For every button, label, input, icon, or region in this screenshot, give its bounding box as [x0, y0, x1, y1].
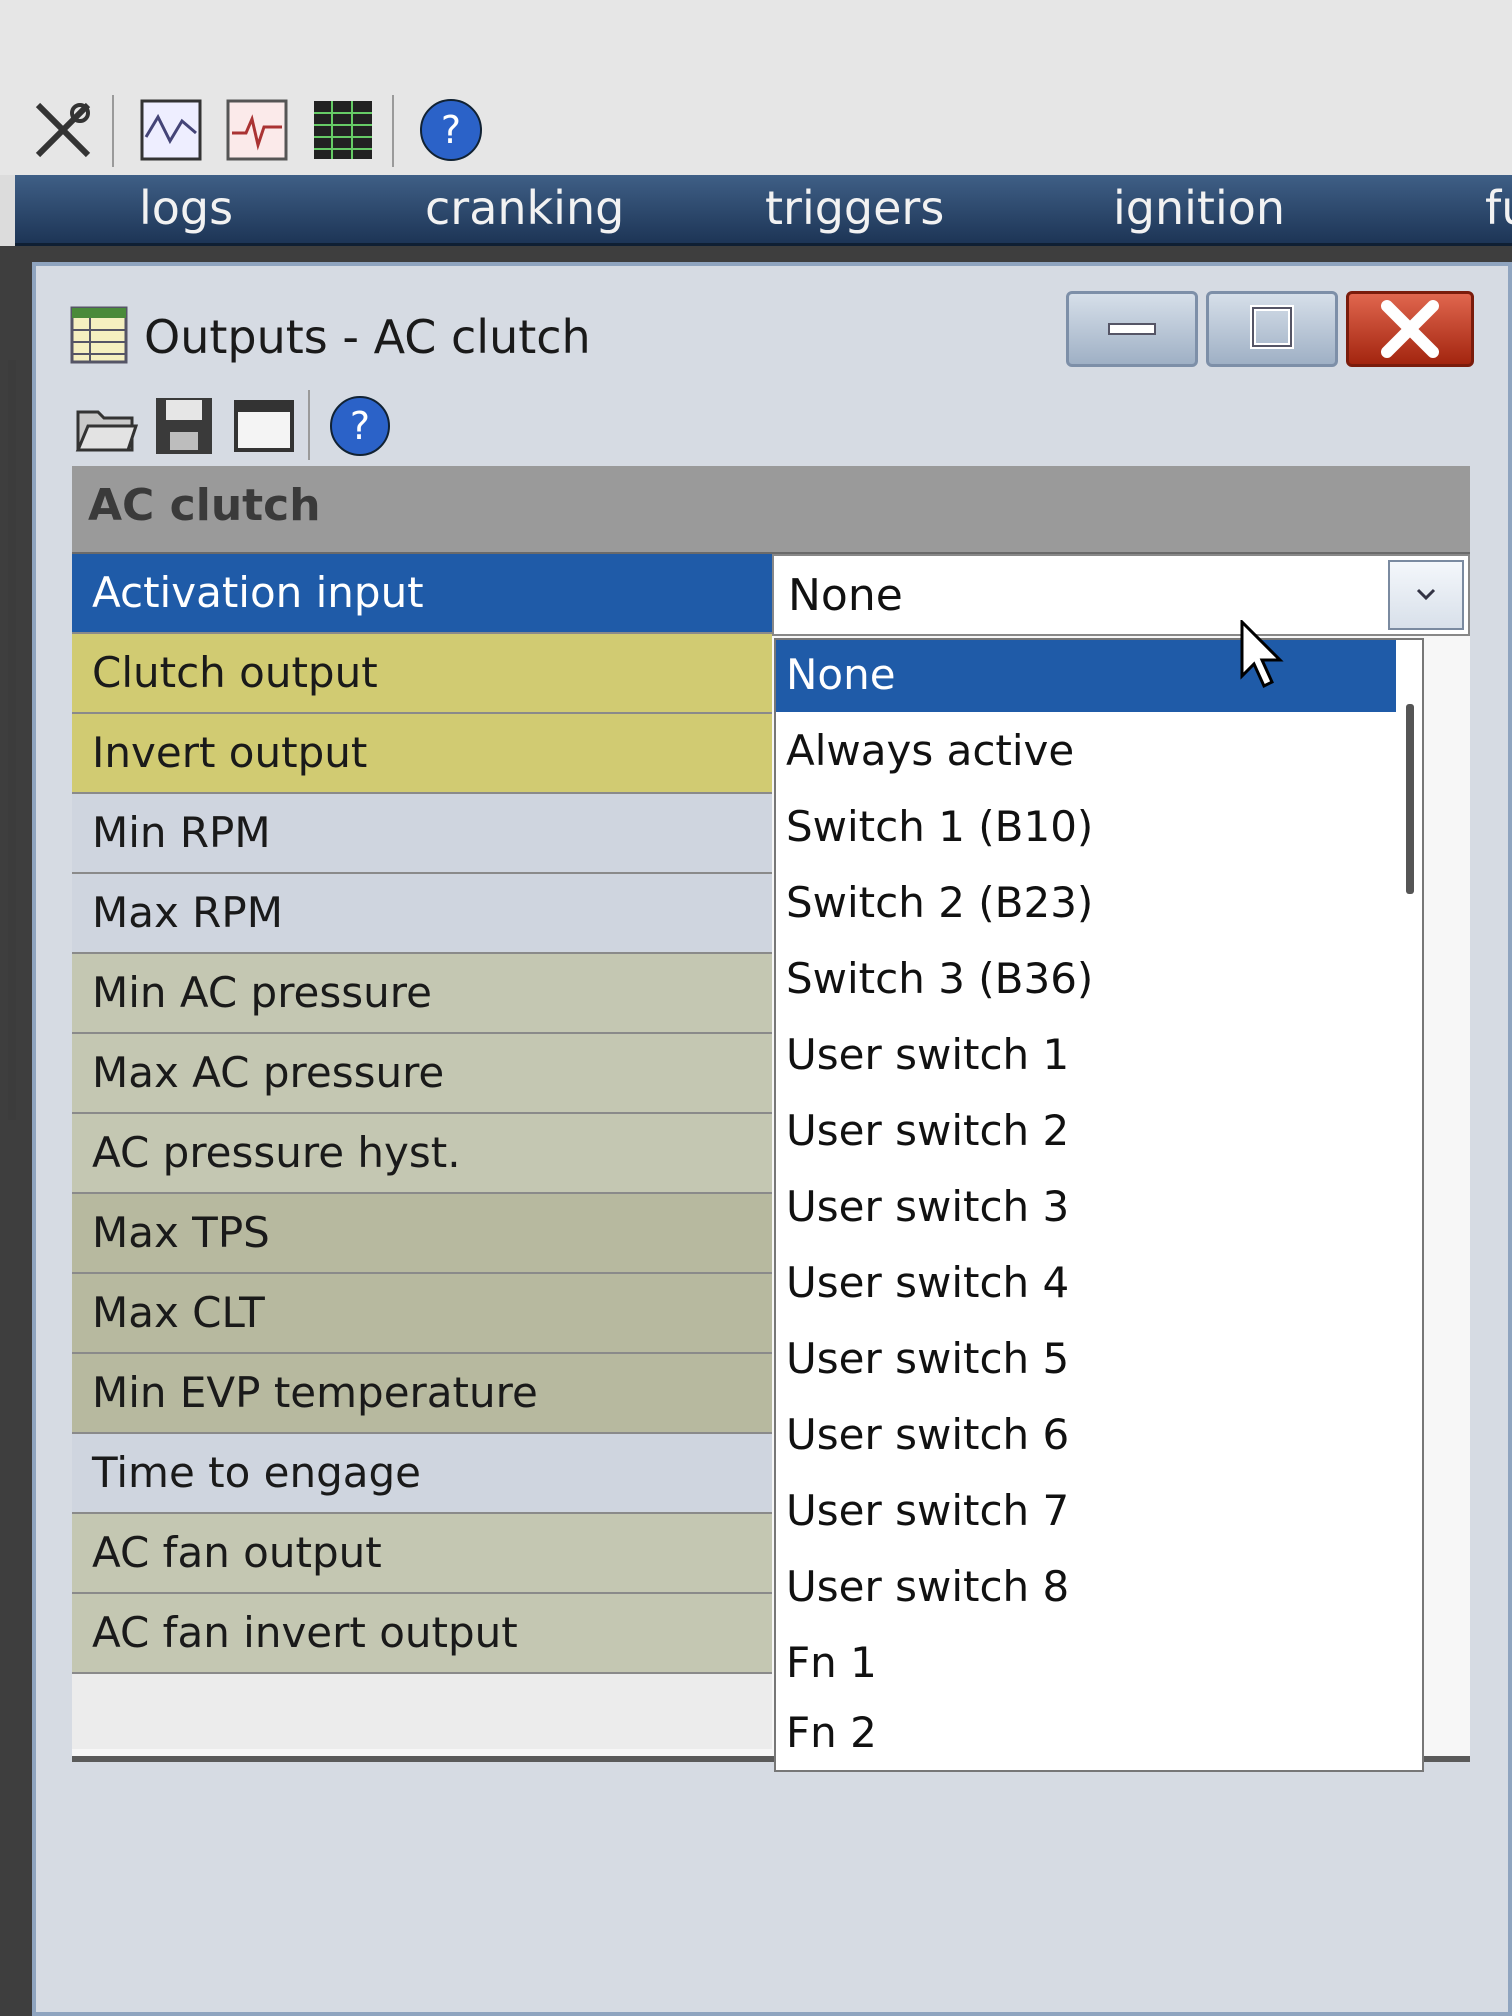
row-time-to-engage[interactable]: Time to engage: [72, 1434, 772, 1514]
close-button[interactable]: [1346, 291, 1474, 367]
option-switch-1[interactable]: Switch 1 (B10): [776, 792, 1396, 864]
minimize-icon: [1108, 323, 1156, 335]
row-label: Max TPS: [92, 1208, 270, 1257]
row-min-ac-pressure[interactable]: Min AC pressure: [72, 954, 772, 1034]
row-label: Activation input: [92, 568, 424, 617]
menu-cranking[interactable]: cranking: [425, 181, 624, 235]
row-clutch-output[interactable]: Clutch output: [72, 634, 772, 714]
folder-open-icon[interactable]: [74, 394, 138, 458]
option-label: User switch 1: [786, 1030, 1070, 1079]
option-switch-2[interactable]: Switch 2 (B23): [776, 868, 1396, 940]
option-label: User switch 4: [786, 1258, 1070, 1307]
option-fn-1[interactable]: Fn 1: [776, 1628, 1396, 1700]
row-min-evp-temperature[interactable]: Min EVP temperature: [72, 1354, 772, 1434]
activation-input-options: None Always active Switch 1 (B10) Switch…: [774, 638, 1424, 1772]
section-title: AC clutch: [88, 480, 321, 531]
option-label: None: [786, 650, 896, 699]
left-edge-divider: [8, 360, 16, 1120]
row-ac-pressure-hyst[interactable]: AC pressure hyst.: [72, 1114, 772, 1194]
window-icon[interactable]: [232, 394, 296, 458]
table-icon[interactable]: [310, 97, 376, 163]
option-user-switch-5[interactable]: User switch 5: [776, 1324, 1396, 1396]
option-label: Always active: [786, 726, 1075, 775]
row-label: Clutch output: [92, 648, 378, 697]
app-toolbar: ?: [0, 0, 1512, 175]
option-user-switch-8[interactable]: User switch 8: [776, 1552, 1396, 1624]
main-menubar: logs cranking triggers ignition fu: [15, 175, 1512, 246]
row-label: AC fan invert output: [92, 1608, 518, 1657]
option-label: User switch 5: [786, 1334, 1070, 1383]
row-label: Invert output: [92, 728, 368, 777]
maximize-icon: [1250, 305, 1294, 349]
row-label: Max AC pressure: [92, 1048, 445, 1097]
row-ac-fan-output[interactable]: AC fan output: [72, 1514, 772, 1594]
option-label: User switch 6: [786, 1410, 1070, 1459]
option-always-active[interactable]: Always active: [776, 716, 1396, 788]
row-max-tps[interactable]: Max TPS: [72, 1194, 772, 1274]
dialog-title: Outputs - AC clutch: [144, 310, 591, 364]
option-label: Switch 1 (B10): [786, 802, 1094, 851]
option-fn-2[interactable]: Fn 2: [776, 1698, 1396, 1770]
row-label: Min EVP temperature: [92, 1368, 538, 1417]
option-label: Fn 1: [786, 1638, 877, 1687]
help-icon[interactable]: ?: [418, 97, 484, 163]
row-label: Max RPM: [92, 888, 283, 937]
row-max-rpm[interactable]: Max RPM: [72, 874, 772, 954]
option-none[interactable]: None: [776, 640, 1396, 712]
option-label: Switch 3 (B36): [786, 954, 1094, 1003]
activation-input-select[interactable]: None: [772, 554, 1470, 636]
row-activation-input[interactable]: Activation input: [72, 554, 772, 634]
svg-text:?: ?: [350, 404, 370, 448]
row-max-ac-pressure[interactable]: Max AC pressure: [72, 1034, 772, 1114]
option-label: User switch 3: [786, 1182, 1070, 1231]
option-user-switch-4[interactable]: User switch 4: [776, 1248, 1396, 1320]
option-label: User switch 2: [786, 1106, 1070, 1155]
option-user-switch-2[interactable]: User switch 2: [776, 1096, 1396, 1168]
svg-text:?: ?: [441, 108, 461, 152]
option-label: Switch 2 (B23): [786, 878, 1094, 927]
row-label: Min AC pressure: [92, 968, 432, 1017]
row-max-clt[interactable]: Max CLT: [72, 1274, 772, 1354]
graph-icon[interactable]: [138, 97, 204, 163]
row-label: Time to engage: [92, 1448, 422, 1497]
dropdown-scrollbar[interactable]: [1406, 704, 1414, 894]
waveform-icon[interactable]: [224, 97, 290, 163]
option-user-switch-3[interactable]: User switch 3: [776, 1172, 1396, 1244]
save-icon[interactable]: [152, 394, 216, 458]
option-user-switch-7[interactable]: User switch 7: [776, 1476, 1396, 1548]
option-label: Fn 2: [786, 1708, 877, 1757]
settings-rows: Activation input Clutch output Invert ou…: [72, 554, 772, 1749]
option-label: User switch 8: [786, 1562, 1070, 1611]
row-min-rpm[interactable]: Min RPM: [72, 794, 772, 874]
row-invert-output[interactable]: Invert output: [72, 714, 772, 794]
dialog-help-icon[interactable]: ?: [328, 394, 392, 458]
menu-logs[interactable]: logs: [139, 181, 233, 235]
row-label: AC fan output: [92, 1528, 382, 1577]
combo-value: None: [788, 570, 903, 621]
row-label: Max CLT: [92, 1288, 265, 1337]
option-label: User switch 7: [786, 1486, 1070, 1535]
option-user-switch-6[interactable]: User switch 6: [776, 1400, 1396, 1472]
section-header: AC clutch: [72, 466, 1470, 554]
menu-fuel-truncated[interactable]: fu: [1485, 181, 1512, 235]
close-icon: [1381, 300, 1439, 358]
row-ac-fan-invert-output[interactable]: AC fan invert output: [72, 1594, 772, 1674]
chevron-down-icon: [1416, 588, 1436, 601]
menu-triggers[interactable]: triggers: [765, 181, 944, 235]
option-user-switch-1[interactable]: User switch 1: [776, 1020, 1396, 1092]
row-label: AC pressure hyst.: [92, 1128, 461, 1177]
mouse-cursor-icon: [1240, 620, 1284, 689]
tools-icon[interactable]: [30, 97, 96, 163]
menu-ignition[interactable]: ignition: [1113, 181, 1285, 235]
combo-dropdown-button[interactable]: [1388, 560, 1464, 630]
maximize-button[interactable]: [1206, 291, 1338, 367]
minimize-button[interactable]: [1066, 291, 1198, 367]
option-switch-3[interactable]: Switch 3 (B36): [776, 944, 1396, 1016]
row-label: Min RPM: [92, 808, 271, 857]
dialog-table-icon: [70, 306, 128, 364]
